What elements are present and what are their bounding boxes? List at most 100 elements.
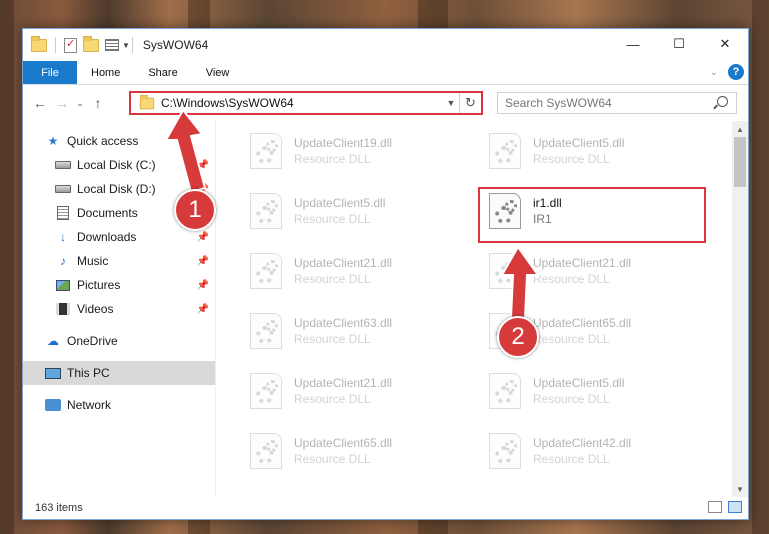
- list-item[interactable]: UpdateClient5.dll Resource DLL: [238, 187, 463, 235]
- search-icon[interactable]: [717, 96, 728, 107]
- address-bar[interactable]: C:\Windows\SysWOW64 ▼ ↻: [129, 91, 483, 115]
- disk-icon: [55, 182, 71, 196]
- quick-access-toolbar: ▼: [23, 35, 130, 53]
- dll-file-icon: [489, 373, 521, 409]
- properties-icon[interactable]: [64, 37, 77, 53]
- videos-icon: [55, 302, 71, 316]
- status-bar: 163 items: [23, 497, 748, 519]
- explorer-window: ▼ SysWOW64 — ☐ ✕ File Home Share View ⌄ …: [22, 28, 749, 520]
- sidebar-item-label: Videos: [77, 302, 114, 316]
- tab-share[interactable]: Share: [134, 61, 191, 84]
- item-count: 163 items: [35, 502, 83, 514]
- file-description: Resource DLL: [294, 272, 371, 286]
- selected-file-highlight: [478, 187, 706, 243]
- file-description: Resource DLL: [294, 212, 371, 226]
- file-name: UpdateClient5.dll: [294, 196, 386, 210]
- folder-icon[interactable]: [31, 35, 47, 52]
- file-name: UpdateClient65.dll: [294, 436, 393, 450]
- list-item[interactable]: UpdateClient21.dll Resource DLL: [477, 247, 702, 295]
- sidebar-item-label: Pictures: [77, 278, 121, 292]
- scroll-down-icon[interactable]: ▼: [732, 481, 748, 497]
- file-name: UpdateClient42.dll: [533, 436, 632, 450]
- sidebar-item-local-disk-c[interactable]: Local Disk (C:) 📌: [23, 153, 215, 177]
- list-item[interactable]: UpdateClient63.dll Resource DLL: [238, 307, 463, 355]
- sidebar-item-label: This PC: [67, 366, 110, 380]
- tab-view[interactable]: View: [192, 61, 244, 84]
- list-item[interactable]: UpdateClient21.dll Resource DLL: [238, 367, 463, 415]
- ribbon-tabs: File Home Share View ⌄ ?: [23, 61, 748, 85]
- sidebar-item-label: Local Disk (C:): [77, 158, 156, 172]
- sidebar-item-label: Music: [77, 254, 109, 268]
- vertical-scrollbar[interactable]: ▲ ▼: [732, 121, 748, 497]
- help-icon[interactable]: ?: [728, 64, 744, 80]
- file-description: Resource DLL: [533, 332, 610, 346]
- details-view-icon[interactable]: [708, 501, 722, 513]
- customize-toolbar-icon[interactable]: ▼: [122, 41, 130, 50]
- refresh-icon[interactable]: ↻: [459, 93, 481, 113]
- up-button[interactable]: ↑: [87, 95, 109, 111]
- tiles-view-icon[interactable]: [728, 501, 742, 513]
- computer-icon: [45, 366, 61, 380]
- sidebar-item-this-pc[interactable]: This PC: [23, 361, 215, 385]
- divider: [131, 37, 133, 53]
- chevron-down-icon[interactable]: ▼: [443, 98, 459, 108]
- sidebar-item-videos[interactable]: Videos 📌: [23, 297, 215, 321]
- forward-button[interactable]: →: [51, 95, 73, 111]
- search-placeholder: Search SysWOW64: [505, 96, 612, 110]
- tab-home[interactable]: Home: [77, 61, 134, 84]
- file-description: Resource DLL: [533, 452, 610, 466]
- tab-file[interactable]: File: [23, 61, 77, 84]
- sidebar-item-label: Downloads: [77, 230, 137, 244]
- sidebar-item-pictures[interactable]: Pictures 📌: [23, 273, 215, 297]
- view-icon[interactable]: [105, 39, 119, 51]
- file-name: UpdateClient21.dll: [294, 256, 393, 270]
- file-list: UpdateClient19.dll Resource DLL UpdateCli…: [216, 121, 748, 497]
- pin-icon[interactable]: 📌: [197, 256, 209, 267]
- file-description: Resource DLL: [533, 152, 610, 166]
- list-item[interactable]: UpdateClient19.dll Resource DLL: [238, 127, 463, 175]
- recent-locations-button[interactable]: ⌄: [73, 98, 87, 109]
- list-item[interactable]: UpdateClient65.dll Resource DLL: [238, 427, 463, 475]
- file-description: Resource DLL: [294, 152, 371, 166]
- maximize-button[interactable]: ☐: [656, 29, 702, 59]
- sidebar-item-network[interactable]: Network: [23, 393, 215, 417]
- sidebar-item-onedrive[interactable]: ☁ OneDrive: [23, 329, 215, 353]
- dll-file-icon: [250, 133, 282, 169]
- list-item[interactable]: UpdateClient42.dll Resource DLL: [477, 427, 702, 475]
- sidebar-item-music[interactable]: ♪ Music 📌: [23, 249, 215, 273]
- sidebar-item-quick-access[interactable]: ★ Quick access: [23, 129, 215, 153]
- file-name: UpdateClient63.dll: [294, 316, 393, 330]
- network-icon: [45, 398, 61, 412]
- pin-icon[interactable]: 📌: [197, 232, 209, 243]
- download-icon: ↓: [60, 230, 66, 244]
- music-icon: ♪: [60, 254, 66, 268]
- minimize-button[interactable]: —: [610, 29, 656, 59]
- dll-file-icon: [250, 193, 282, 229]
- pin-icon[interactable]: 📌: [197, 280, 209, 291]
- navigation-pane: ★ Quick access Local Disk (C:) 📌 Local D…: [23, 121, 216, 497]
- title-bar: ▼ SysWOW64 — ☐ ✕: [23, 29, 748, 61]
- file-description: Resource DLL: [294, 392, 371, 406]
- pin-icon[interactable]: 📌: [197, 160, 209, 171]
- expand-ribbon-icon[interactable]: ⌄: [710, 67, 718, 78]
- file-name: UpdateClient21.dll: [533, 256, 632, 270]
- sidebar-item-label: Network: [67, 398, 112, 412]
- list-item[interactable]: UpdateClient21.dll Resource DLL: [238, 247, 463, 295]
- file-name: UpdateClient5.dll: [533, 376, 625, 390]
- list-item[interactable]: UpdateClient5.dll Resource DLL: [477, 127, 702, 175]
- step-2-badge: 2: [497, 316, 539, 358]
- documents-icon: [55, 206, 71, 220]
- file-description: Resource DLL: [294, 332, 371, 346]
- star-icon: ★: [47, 134, 59, 148]
- pin-icon[interactable]: 📌: [197, 304, 209, 315]
- search-input[interactable]: Search SysWOW64: [497, 92, 737, 114]
- scroll-thumb[interactable]: [734, 137, 746, 187]
- scroll-up-icon[interactable]: ▲: [732, 121, 748, 137]
- close-button[interactable]: ✕: [702, 29, 748, 59]
- address-path[interactable]: C:\Windows\SysWOW64: [161, 96, 443, 110]
- back-button[interactable]: ←: [29, 95, 51, 111]
- dll-file-icon: [250, 373, 282, 409]
- new-folder-icon[interactable]: [83, 35, 99, 52]
- sidebar-item-label: Quick access: [67, 134, 139, 148]
- list-item[interactable]: UpdateClient5.dll Resource DLL: [477, 367, 702, 415]
